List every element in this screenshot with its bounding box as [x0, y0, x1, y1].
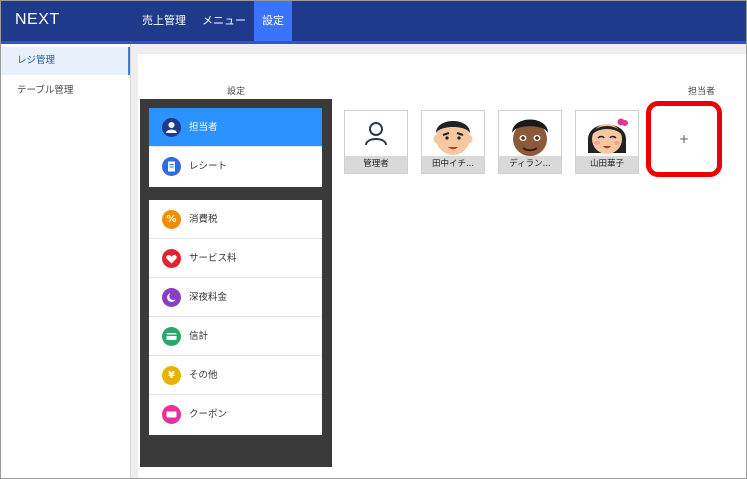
avatar [499, 111, 561, 157]
menu-item-label: その他 [189, 370, 218, 381]
staff-name: 管理者 [345, 156, 407, 173]
staff-card-dylan[interactable]: ディラン... [498, 110, 562, 174]
plus-icon: + [678, 132, 690, 146]
menu-item-label: サービス料 [189, 253, 237, 264]
sidebar: レジ管理 テーブル管理 [1, 44, 131, 478]
menu-item-label: クーポン [189, 409, 228, 420]
add-staff-button[interactable]: + [646, 101, 722, 177]
menu-item-coupon[interactable]: クーポン [149, 395, 322, 434]
menu-item-other[interactable]: ¥ その他 [149, 356, 322, 395]
menu-item-label: 担当者 [189, 122, 218, 133]
menu-item-late-night-charge[interactable]: 深夜料金 [149, 278, 322, 317]
person-icon [162, 118, 181, 137]
heart-icon [162, 249, 181, 268]
nav-menu[interactable]: メニュー [194, 1, 254, 41]
menu-item-receipt[interactable]: レシート [149, 147, 322, 186]
menu-item-service-charge[interactable]: サービス料 [149, 239, 322, 278]
settings-column-title: 設定 [227, 87, 246, 97]
staff-name: ディラン... [499, 156, 561, 173]
menu-item-credit[interactable]: 信計 [149, 317, 322, 356]
person-outline-icon [345, 111, 407, 157]
settings-menu-group-1: 担当者 レシート [149, 108, 322, 187]
staff-column-title: 担当者 [688, 87, 716, 97]
menu-item-label: 信計 [189, 331, 209, 342]
menu-item-label: 消費税 [189, 214, 218, 225]
app-window: NEXT 売上管理 メニュー 設定 レジ管理 テーブル管理 設定 担当者 担当者… [0, 0, 747, 479]
menu-item-staff[interactable]: 担当者 [149, 108, 322, 147]
top-navigation-bar: NEXT 売上管理 メニュー 設定 [1, 1, 746, 41]
nav-settings[interactable]: 設定 [254, 1, 292, 41]
receipt-icon [162, 157, 181, 176]
nav-sales-management[interactable]: 売上管理 [134, 1, 194, 41]
sidebar-item-register-management[interactable]: レジ管理 [1, 47, 130, 75]
ticket-icon [162, 405, 181, 424]
card-icon [162, 327, 181, 346]
staff-card-admin[interactable]: 管理者 [344, 110, 408, 174]
staff-card-yamada[interactable]: 山田華子 [575, 110, 639, 174]
menu-item-label: 深夜料金 [189, 292, 228, 303]
menu-item-label: レシート [189, 161, 228, 172]
staff-name: 山田華子 [576, 156, 638, 173]
sidebar-item-table-management[interactable]: テーブル管理 [1, 77, 130, 105]
avatar [422, 111, 484, 157]
menu-item-consumption-tax[interactable]: % 消費税 [149, 200, 322, 239]
staff-name: 田中イチ... [422, 156, 484, 173]
moon-icon [162, 288, 181, 307]
brand-logo: NEXT [15, 11, 60, 28]
staff-card-tanaka[interactable]: 田中イチ... [421, 110, 485, 174]
percent-icon: % [162, 210, 181, 229]
avatar [576, 111, 638, 157]
settings-menu-group-2: % 消費税 サービス料 深夜料金 信計 ¥ その他 クーポン [149, 200, 322, 435]
yen-icon: ¥ [162, 366, 181, 385]
